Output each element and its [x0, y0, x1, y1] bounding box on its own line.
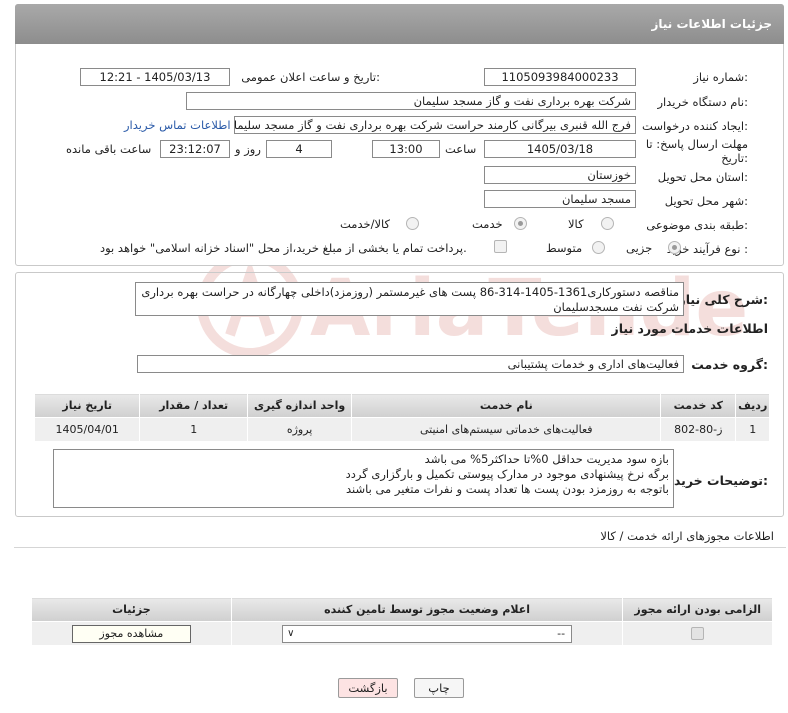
col-qty: تعداد / مقدار: [139, 393, 248, 418]
service-group-field[interactable]: فعالیت‌های اداری و خدمات پشتیبانی: [137, 355, 684, 373]
col-permit-status: اعلام وضعیت مجوز توسط تامین کننده: [230, 597, 624, 622]
buyer-contact-link[interactable]: اطلاعات تماس خریدار: [124, 118, 231, 132]
print-button[interactable]: چاپ: [414, 678, 464, 698]
process-minor-label: جزیی: [626, 241, 653, 255]
buyer-notes-label: توضیحات خریدار:: [662, 473, 768, 488]
treasury-payment-checkbox[interactable]: [494, 240, 507, 253]
days-label: روز و: [235, 142, 261, 156]
permit-status-value: --: [557, 626, 566, 640]
city-field[interactable]: مسجد سلیمان: [484, 190, 636, 208]
table-row: ∨ -- مشاهده مجوز: [31, 621, 773, 646]
buyer-org-label: نام دستگاه خریدار:: [657, 95, 748, 109]
cell-qty: 1: [139, 417, 248, 442]
buyer-org-field[interactable]: شرکت بهره برداری نفت و گاز مسجد سلیمان: [186, 92, 636, 110]
service-group-label: گروه خدمت:: [691, 357, 768, 372]
col-permit-required: الزامی بودن ارائه مجوز: [622, 597, 773, 622]
panel-title: جزئیات اطلاعات نیاز: [651, 17, 772, 31]
panel-header: جزئیات اطلاعات نیاز: [15, 4, 784, 44]
category-service-label: خدمت: [472, 217, 503, 231]
category-goods-service-label: کالا/خدمت: [340, 217, 391, 231]
permits-table: الزامی بودن ارائه مجوز اعلام وضعیت مجوز …: [31, 597, 773, 646]
deadline-label: مهلت ارسال پاسخ: تا: [645, 137, 748, 151]
col-date: تاریخ نیاز: [33, 393, 141, 418]
services-section-title: اطلاعات خدمات مورد نیاز: [611, 321, 769, 336]
category-goods-label: کالا: [568, 217, 584, 231]
process-medium-label: متوسط: [546, 241, 583, 255]
buyer-note-line: بازه سود مدیریت حداقل 0%تا حداکثر5% می ب…: [424, 452, 669, 466]
creator-field[interactable]: فرج الله قنبری بیرگانی کارمند حراست شرکت…: [234, 116, 636, 134]
services-table: ردیف کد خدمت نام خدمت واحد اندازه گیری ت…: [33, 393, 770, 442]
col-code: کد خدمت: [660, 393, 737, 418]
chevron-down-icon: ∨: [287, 627, 295, 639]
cell-permit-details: مشاهده مجوز: [31, 621, 232, 646]
buyer-note-line: باتوجه به روزمزد بودن پست ها تعداد پست و…: [345, 482, 669, 496]
province-label: استان محل تحویل:: [657, 170, 748, 184]
divider: [14, 547, 786, 548]
col-row: ردیف: [735, 393, 770, 418]
permits-title: اطلاعات مجوزهای ارائه خدمت / کالا: [600, 529, 774, 543]
treasury-payment-note: پرداخت تمام یا بخشی از مبلغ خرید،از محل …: [100, 241, 467, 255]
cell-permit-required: [622, 621, 773, 646]
summary-label: شرح کلی نیاز:: [678, 292, 769, 307]
table-row: 1 ز-80-802 فعالیت‌های خدماتی سیستم‌های ا…: [33, 417, 770, 442]
cell-name: فعالیت‌های خدماتی سیستم‌های امنیتی: [351, 417, 662, 442]
announce-datetime-field[interactable]: 1405/03/13 - 12:21: [80, 68, 230, 86]
remaining-time-field[interactable]: 23:12:07: [160, 140, 230, 158]
need-number-label: شماره نیاز:: [693, 70, 748, 84]
view-permit-button[interactable]: مشاهده مجوز: [71, 624, 191, 643]
permit-status-select[interactable]: ∨ --: [282, 624, 573, 643]
buyer-note-line: برگه نرخ پیشنهادی موجود در مدارک پیوستی …: [345, 467, 669, 481]
deadline-time-label: ساعت: [445, 142, 477, 156]
cell-row: 1: [735, 417, 770, 442]
category-label: طبقه بندی موضوعی:: [646, 218, 748, 232]
process-radio-medium[interactable]: [592, 241, 605, 254]
category-radio-goods[interactable]: [601, 217, 614, 230]
col-name: نام خدمت: [351, 393, 662, 418]
buyer-notes-textarea[interactable]: بازه سود مدیریت حداقل 0%تا حداکثر5% می ب…: [53, 449, 674, 508]
back-button[interactable]: بازگشت: [338, 678, 398, 698]
creator-label: ایجاد کننده درخواست:: [642, 119, 748, 133]
remaining-days-field[interactable]: 4: [266, 140, 332, 158]
deadline-date-label: تاریخ:: [721, 151, 748, 165]
city-label: شهر محل تحویل:: [664, 194, 748, 208]
cell-code: ز-80-802: [660, 417, 737, 442]
category-radio-goods-service[interactable]: [406, 217, 419, 230]
permit-required-checkbox[interactable]: [691, 627, 705, 641]
deadline-date-field[interactable]: 1405/03/18: [484, 140, 636, 158]
cell-permit-status: ∨ --: [230, 621, 624, 646]
cell-unit: پروژه: [246, 417, 353, 442]
services-table-header: ردیف کد خدمت نام خدمت واحد اندازه گیری ت…: [33, 393, 770, 418]
province-field[interactable]: خوزستان: [484, 166, 636, 184]
announce-label: تاریخ و ساعت اعلان عمومی:: [241, 70, 380, 84]
col-unit: واحد اندازه گیری: [246, 393, 353, 418]
process-radio-minor[interactable]: [668, 241, 681, 254]
need-number-field[interactable]: 1105093984000233: [484, 68, 636, 86]
permits-table-header: الزامی بودن ارائه مجوز اعلام وضعیت مجوز …: [31, 597, 773, 622]
deadline-time-field[interactable]: 13:00: [372, 140, 440, 158]
col-permit-details: جزئیات: [31, 597, 232, 622]
summary-textarea[interactable]: مناقصه دستورکاری1361-1405-314-86 پست های…: [135, 282, 684, 316]
cell-date: 1405/04/01: [33, 417, 141, 442]
remaining-label: ساعت باقی مانده: [66, 142, 152, 156]
